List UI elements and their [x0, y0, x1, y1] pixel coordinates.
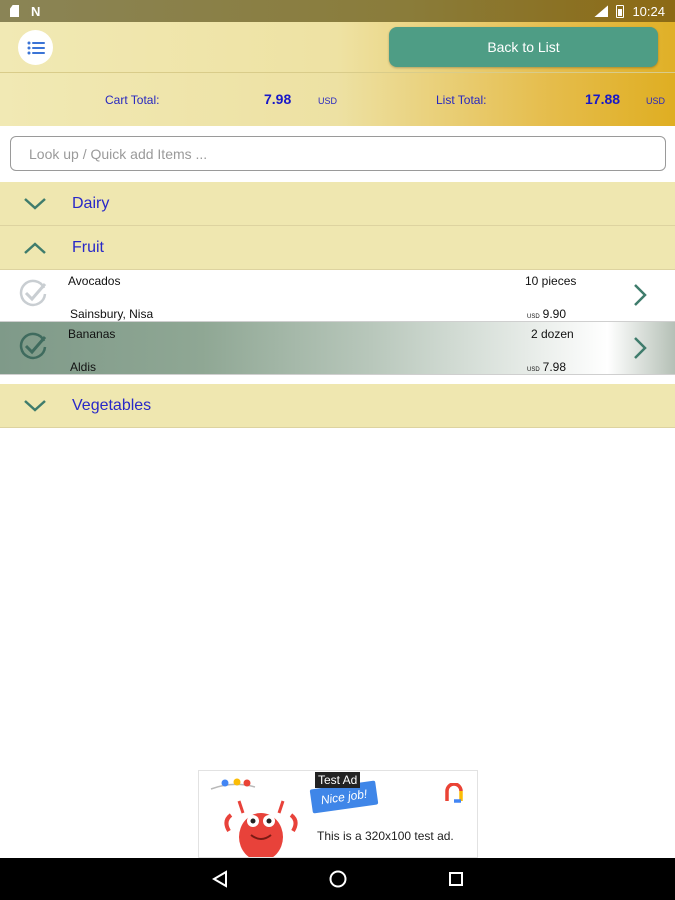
chevron-up-icon [24, 241, 46, 254]
app-header: Back to List [0, 22, 675, 72]
item-price: USD 7.98 [527, 360, 566, 374]
ad-choices-icon[interactable] [443, 783, 465, 805]
list-total-value: 17.88 [585, 91, 621, 107]
recents-nav-button[interactable] [441, 864, 471, 894]
item-price-value: 7.98 [542, 360, 567, 374]
item-quantity: 10 pieces [525, 274, 577, 288]
back-triangle-icon [211, 870, 227, 888]
item-quantity: 2 dozen [531, 327, 574, 341]
chevron-down-icon [24, 197, 46, 210]
status-time: 10:24 [632, 3, 665, 19]
n-icon: N [31, 3, 41, 19]
list-total-unit: USD [646, 96, 666, 106]
item-currency: USD [527, 314, 540, 320]
item-name: Avocados [68, 274, 121, 288]
list-item-avocados[interactable]: Avocados Sainsbury, Nisa 10 pieces USD 9.… [0, 269, 675, 322]
totals-bar: Cart Total: 7.98 USD List Total: 17.88 U… [0, 72, 675, 126]
list-item-bananas[interactable]: Bananas Aldis 2 dozen USD 7.98 [0, 322, 675, 375]
ad-text: This is a 320x100 test ad. [317, 829, 454, 843]
category-vegetables[interactable]: Vegetables [0, 384, 675, 428]
system-nav-bar [0, 858, 675, 900]
home-nav-button[interactable] [323, 864, 353, 894]
battery-icon [616, 4, 625, 18]
chevron-down-icon [24, 399, 46, 412]
cart-total-unit: USD [318, 96, 338, 106]
category-fruit[interactable]: Fruit [0, 226, 675, 270]
check-circle-icon[interactable] [18, 332, 48, 362]
sd-card-icon [10, 5, 19, 17]
signal-icon [594, 5, 609, 17]
back-nav-button[interactable] [205, 864, 235, 894]
list-total-label: List Total: [436, 93, 487, 107]
item-price-value: 9.90 [542, 307, 567, 321]
list-menu-icon [27, 41, 45, 54]
chevron-right-icon[interactable] [632, 283, 648, 307]
chevron-right-icon[interactable] [632, 336, 648, 360]
item-stores: Sainsbury, Nisa [70, 307, 154, 321]
search-input[interactable] [10, 136, 666, 171]
monster-mascot-icon [224, 800, 298, 857]
recents-square-icon [448, 872, 463, 886]
back-to-list-button[interactable]: Back to List [389, 27, 658, 67]
cart-total-label: Cart Total: [105, 93, 160, 107]
category-dairy[interactable]: Dairy [0, 182, 675, 226]
category-name: Vegetables [72, 396, 152, 414]
home-circle-icon [329, 870, 346, 888]
menu-button[interactable] [18, 30, 53, 65]
cart-total-value: 7.98 [264, 91, 292, 107]
category-name: Fruit [72, 238, 104, 256]
item-currency: USD [527, 367, 540, 373]
item-price: USD 9.90 [527, 307, 566, 321]
item-stores: Aldis [70, 360, 97, 374]
test-ad-label: Test Ad [315, 772, 361, 788]
ad-banner[interactable]: Nice job! Test Ad This is a 320x100 test… [198, 770, 478, 858]
status-bar: N 10:24 [0, 0, 675, 22]
check-circle-icon[interactable] [18, 279, 48, 309]
item-name: Bananas [68, 327, 116, 341]
category-name: Dairy [72, 194, 110, 212]
